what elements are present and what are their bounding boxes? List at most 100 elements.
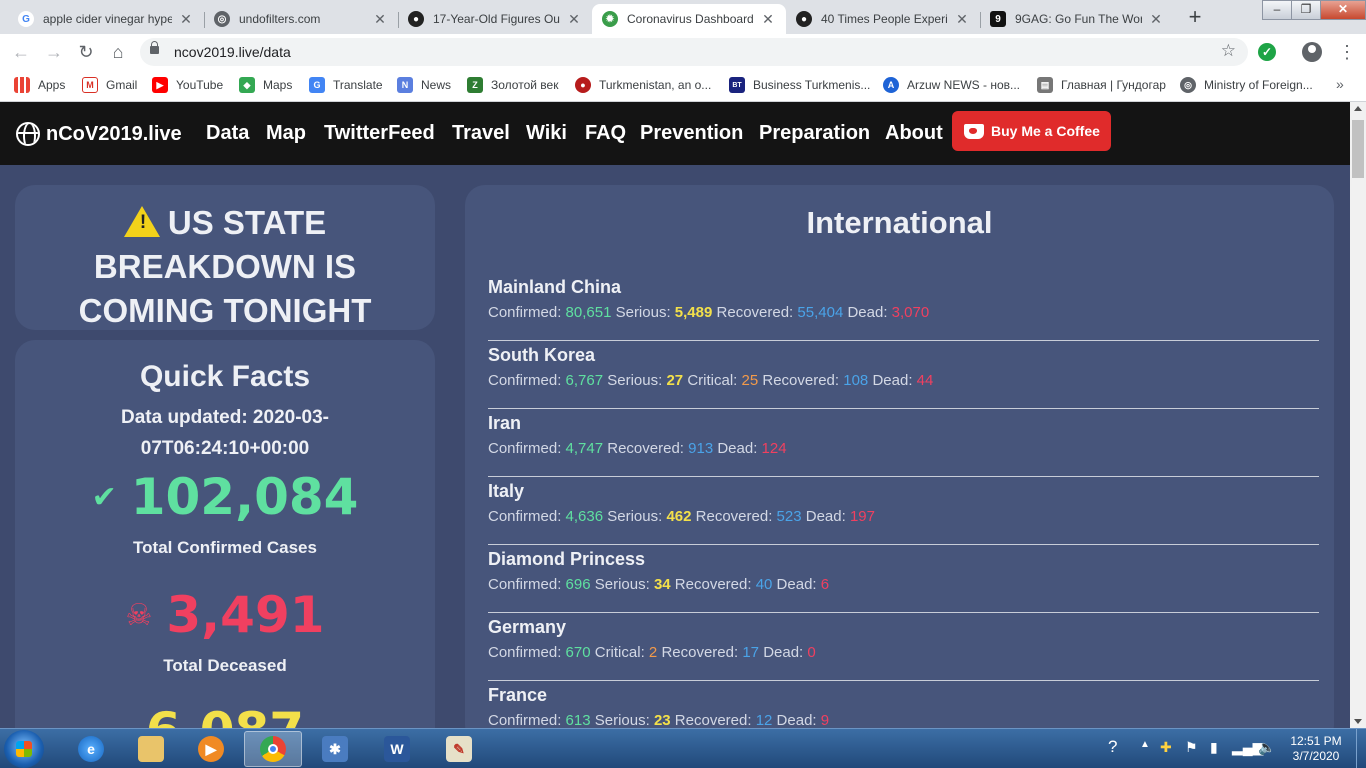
stat-label: Critical: <box>687 372 738 389</box>
show-hidden-icons-arrow-icon[interactable]: ▲ <box>1140 739 1150 750</box>
stat-value: 25 <box>741 372 759 389</box>
address-bar[interactable]: ncov2019.live/data ☆ <box>140 38 1248 66</box>
tab-close-icon[interactable]: ✕ <box>1148 11 1164 28</box>
browser-tab[interactable]: ◎ undofilters.com ✕ <box>204 4 398 34</box>
browser-tab-active[interactable]: ✹ Coronavirus Dashboard ✕ <box>592 4 786 34</box>
business-turkmenistan-icon: BT <box>729 77 745 93</box>
bookmark-translate[interactable]: G Translate <box>309 77 383 93</box>
translate-icon: G <box>309 77 325 93</box>
minimize-button[interactable]: – <box>1262 0 1292 20</box>
battery-icon[interactable]: ▮ <box>1210 739 1218 756</box>
stat-value: 80,651 <box>565 304 612 321</box>
buy-me-a-coffee-button[interactable]: Buy Me a Coffee <box>952 111 1111 151</box>
google-icon: G <box>18 11 34 27</box>
bookmark-zolotoy-vek[interactable]: Z Золотой век <box>467 77 558 93</box>
taskbar-paint[interactable]: ✎ <box>430 731 488 767</box>
reload-icon[interactable]: ↻ <box>75 41 97 63</box>
stat-label: Serious: <box>594 712 650 729</box>
scrollbar-thumb[interactable] <box>1352 120 1364 178</box>
back-arrow-icon[interactable]: ← <box>10 41 32 63</box>
stat-label: Dead: <box>847 304 888 321</box>
taskbar-internet-explorer[interactable]: e <box>62 731 120 767</box>
bookmark-maps[interactable]: ◆ Maps <box>239 77 292 93</box>
stat-value: 4,747 <box>565 440 604 457</box>
folder-icon <box>138 736 164 762</box>
nav-about[interactable]: About <box>885 122 943 145</box>
country-stats: Confirmed: 6,767 Serious: 27 Critical: 2… <box>488 372 933 389</box>
profile-avatar-icon[interactable] <box>1302 42 1322 62</box>
taskbar-spider-app[interactable]: ✱ <box>306 731 364 767</box>
stat-value: 40 <box>755 576 773 593</box>
start-button[interactable] <box>4 730 44 768</box>
bookmark-label: Главная | Гундогар <box>1061 78 1166 92</box>
nav-wiki[interactable]: Wiki <box>526 122 567 145</box>
taskbar-media-player[interactable]: ▶ <box>182 731 240 767</box>
total-deceased-label: Total Deceased <box>163 656 287 675</box>
bookmark-turkmenistan[interactable]: ● Turkmenistan, an o... <box>575 77 711 93</box>
taskbar-chrome[interactable] <box>244 731 302 767</box>
nav-prevention[interactable]: Prevention <box>640 122 743 145</box>
nav-faq[interactable]: FAQ <box>585 122 626 145</box>
bookmark-ministry[interactable]: ◎ Ministry of Foreign... <box>1180 77 1313 93</box>
tab-close-icon[interactable]: ✕ <box>954 11 970 28</box>
stat-label: Serious: <box>594 576 650 593</box>
system-clock[interactable]: 12:51 PM 3/7/2020 <box>1284 734 1348 764</box>
bookmark-news[interactable]: N News <box>397 77 451 93</box>
taskbar-file-explorer[interactable] <box>122 731 180 767</box>
country-stats: Confirmed: 4,636 Serious: 462 Recovered:… <box>488 508 875 525</box>
browser-tab[interactable]: ● 40 Times People Experie ✕ <box>786 4 980 34</box>
stat-value: 197 <box>849 508 875 525</box>
taskbar-word[interactable]: W <box>368 731 426 767</box>
new-tab-button[interactable]: + <box>1181 5 1209 31</box>
tray-app-icon[interactable]: ✚ <box>1160 739 1172 756</box>
action-center-flag-icon[interactable]: ⚑ <box>1185 739 1198 756</box>
browser-tab[interactable]: G apple cider vinegar hype ✕ <box>8 4 204 34</box>
tab-close-icon[interactable]: ✕ <box>760 11 776 28</box>
nav-twitterfeed[interactable]: TwitterFeed <box>324 122 435 145</box>
site-brand[interactable]: nCoV2019.live <box>16 122 182 146</box>
stat-value: 4,636 <box>565 508 604 525</box>
home-icon[interactable]: ⌂ <box>107 41 129 63</box>
country-name: South Korea <box>488 345 596 365</box>
bookmark-gmail[interactable]: M Gmail <box>82 77 137 93</box>
scroll-up-arrow-icon[interactable] <box>1354 106 1362 111</box>
tab-close-icon[interactable]: ✕ <box>372 11 388 28</box>
menu-kebab-icon[interactable]: ⋮ <box>1338 40 1356 64</box>
total-deceased-stat: ☠ 3,491 <box>15 586 435 644</box>
stat-value: 3,070 <box>891 304 930 321</box>
bookmark-youtube[interactable]: ▶ YouTube <box>152 77 223 93</box>
bookmarks-overflow-button[interactable]: » <box>1336 76 1344 92</box>
nav-preparation[interactable]: Preparation <box>759 122 870 145</box>
stat-value: 27 <box>666 372 684 389</box>
forward-arrow-icon[interactable]: → <box>43 41 65 63</box>
browser-tab[interactable]: 9 9GAG: Go Fun The World ✕ <box>980 4 1174 34</box>
quick-facts-panel: Quick Facts Data updated: 2020-03-07T06:… <box>15 340 435 760</box>
nav-travel[interactable]: Travel <box>452 122 510 145</box>
volume-icon[interactable]: 🔈 <box>1258 739 1275 756</box>
browser-tab[interactable]: ● 17-Year-Old Figures Out ✕ <box>398 4 592 34</box>
tab-close-icon[interactable]: ✕ <box>178 11 194 28</box>
extension-check-icon[interactable]: ✓ <box>1258 43 1276 61</box>
stat-value: 6,767 <box>565 372 604 389</box>
bookmark-star-icon[interactable]: ☆ <box>1221 41 1236 61</box>
stat-label: Serious: <box>615 304 671 321</box>
help-icon[interactable]: ? <box>1108 737 1117 757</box>
bookmark-apps[interactable]: Apps <box>14 77 65 93</box>
maximize-button[interactable]: ❐ <box>1291 0 1321 20</box>
bookmark-arzuw-news[interactable]: A Arzuw NEWS - нов... <box>883 77 1020 93</box>
bookmark-business-turkmenistan[interactable]: BT Business Turkmenis... <box>729 77 870 93</box>
stat-label: Serious: <box>607 508 663 525</box>
bookmark-label: YouTube <box>176 78 224 92</box>
nav-map[interactable]: Map <box>266 122 306 145</box>
tab-title: 40 Times People Experie <box>821 12 948 26</box>
tab-close-icon[interactable]: ✕ <box>566 11 582 28</box>
show-desktop-button[interactable] <box>1356 729 1366 768</box>
bookmark-label: News <box>421 78 452 92</box>
window-close-button[interactable]: ✕ <box>1320 0 1366 20</box>
nav-data[interactable]: Data <box>206 122 249 145</box>
page-scrollbar[interactable] <box>1350 102 1366 728</box>
scroll-down-arrow-icon[interactable] <box>1354 719 1362 724</box>
stat-label: Confirmed: <box>488 304 562 321</box>
bookmark-gundogar[interactable]: ▤ Главная | Гундогар <box>1037 77 1166 93</box>
data-updated-text: Data updated: 2020-03-07T06:24:10+00:00 <box>120 407 329 459</box>
